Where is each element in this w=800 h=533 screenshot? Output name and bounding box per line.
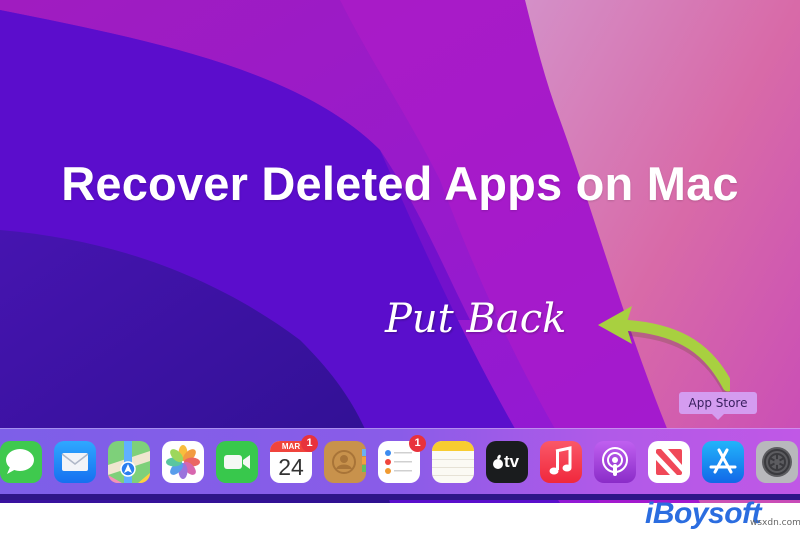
dock-wrap-calendar: MAR 24 1 [270, 429, 318, 495]
contacts-icon [324, 441, 366, 483]
dock-item-app-store[interactable] [702, 441, 744, 483]
news-icon [648, 441, 690, 483]
app-store-icon [702, 441, 744, 483]
dock-item-photos[interactable] [162, 441, 204, 483]
dock: MAR 24 1 1 tv [0, 428, 800, 495]
messages-icon [0, 441, 42, 483]
notes-icon [432, 441, 474, 483]
app-store-tooltip: App Store [679, 392, 757, 420]
dock-item-contacts[interactable] [324, 441, 366, 483]
put-back-annotation: Put Back [385, 296, 567, 342]
dock-item-notes[interactable] [432, 441, 474, 483]
podcasts-icon [594, 441, 636, 483]
music-icon [540, 441, 582, 483]
calendar-badge: 1 [301, 435, 318, 452]
dock-item-apple-tv[interactable]: tv [486, 441, 528, 483]
dock-item-mail[interactable] [54, 441, 96, 483]
dock-item-system-preferences[interactable] [756, 441, 798, 483]
mail-icon [54, 441, 96, 483]
dock-item-maps[interactable] [108, 441, 150, 483]
maps-icon [108, 441, 150, 483]
gear-icon [756, 441, 798, 483]
dock-item-podcasts[interactable] [594, 441, 636, 483]
headline-title: Recover Deleted Apps on Mac [61, 157, 739, 210]
reminders-badge: 1 [409, 435, 426, 452]
curved-arrow-icon [598, 306, 730, 397]
calendar-day: 24 [278, 454, 304, 480]
dock-item-facetime[interactable] [216, 441, 258, 483]
dock-wrap-reminders: 1 [378, 429, 426, 495]
watermark: wsxdn.com [750, 518, 800, 528]
iboysoft-logo: iBoysoft [645, 497, 762, 530]
dock-item-music[interactable] [540, 441, 582, 483]
apple-tv-label: tv [504, 452, 520, 471]
photos-icon [162, 441, 204, 483]
facetime-icon [216, 441, 258, 483]
dock-item-news[interactable] [648, 441, 690, 483]
dock-item-messages[interactable] [0, 441, 42, 483]
